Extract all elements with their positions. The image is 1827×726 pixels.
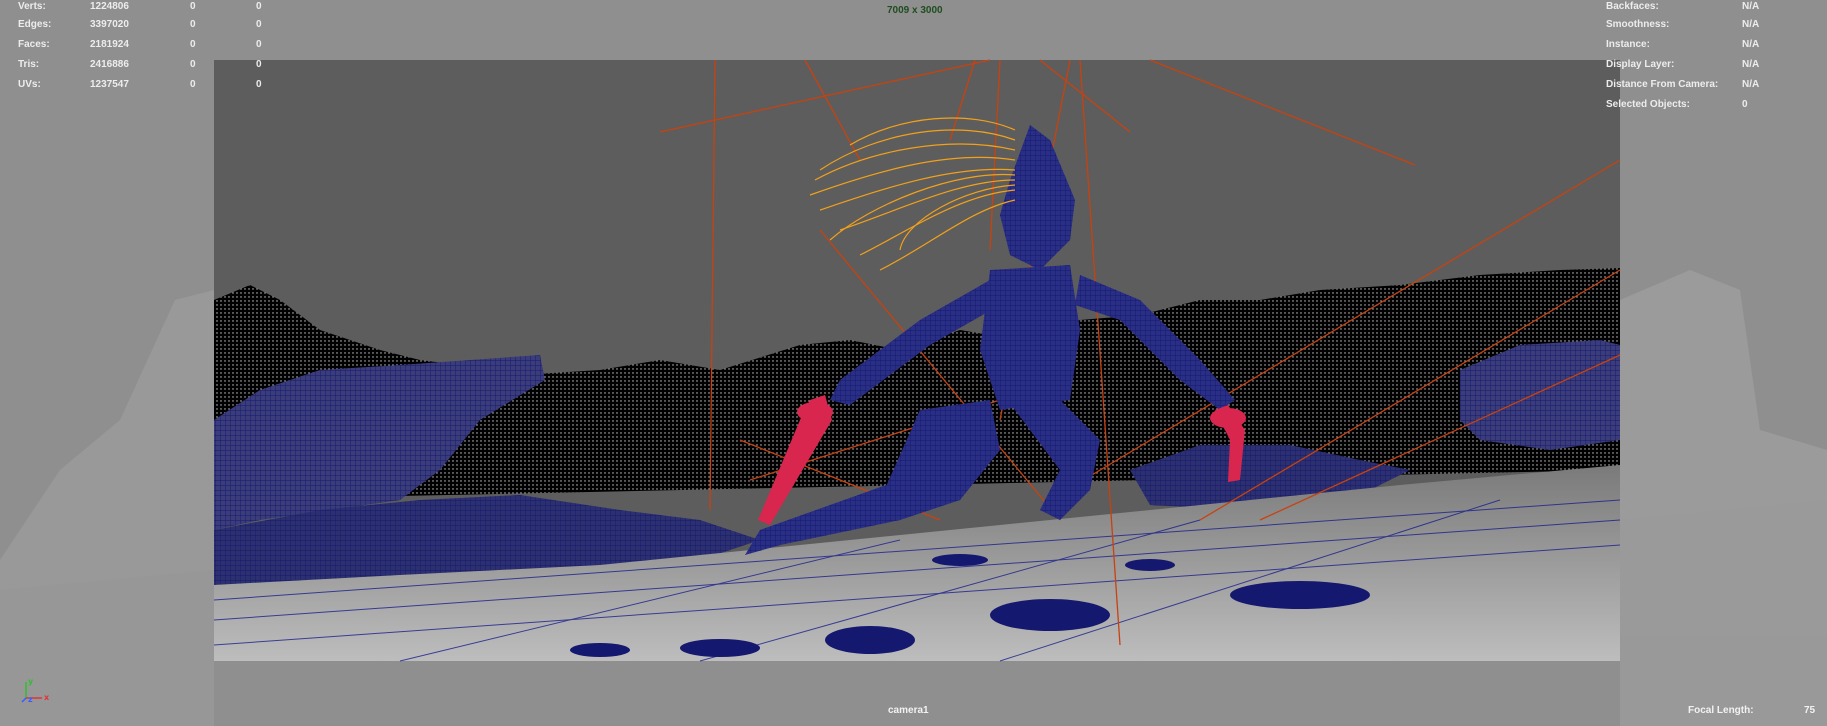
stat-value: 0 — [256, 19, 262, 30]
stat-value: 0 — [190, 59, 196, 70]
stat-label: UVs: — [18, 79, 41, 90]
info-label: Backfaces: — [1606, 1, 1659, 12]
scene-render[interactable] — [0, 0, 1827, 726]
stat-value: 0 — [190, 39, 196, 50]
info-label: Instance: — [1606, 39, 1650, 50]
stat-value: 0 — [190, 79, 196, 90]
stat-value: 0 — [256, 1, 262, 12]
stat-value: 1224806 — [90, 1, 129, 12]
stat-label: Verts: — [18, 1, 46, 12]
info-value: N/A — [1742, 79, 1760, 90]
svg-text:x: x — [44, 693, 50, 702]
info-label: Display Layer: — [1606, 59, 1675, 70]
info-label: Distance From Camera: — [1606, 79, 1719, 90]
info-value: N/A — [1742, 59, 1760, 70]
info-value: 0 — [1742, 99, 1748, 110]
stat-value: 0 — [256, 79, 262, 90]
stat-value: 0 — [190, 1, 196, 12]
info-label: Smoothness: — [1606, 19, 1670, 30]
svg-text:z: z — [28, 695, 33, 704]
stat-label: Edges: — [18, 19, 52, 30]
info-value: N/A — [1742, 19, 1760, 30]
svg-text:y: y — [28, 677, 34, 686]
stat-value: 2416886 — [90, 59, 129, 70]
stat-value: 0 — [256, 39, 262, 50]
stat-value: 0 — [256, 59, 262, 70]
stat-value: 1237547 — [90, 79, 129, 90]
stat-label: Faces: — [18, 39, 50, 50]
info-label: Selected Objects: — [1606, 99, 1690, 110]
info-value: N/A — [1742, 1, 1760, 12]
focal-length-value: 75 — [1804, 705, 1816, 716]
stat-value: 2181924 — [90, 39, 129, 50]
stat-value: 3397020 — [90, 19, 129, 30]
stat-value: 0 — [190, 19, 196, 30]
info-value: N/A — [1742, 39, 1760, 50]
camera-name: camera1 — [888, 705, 929, 716]
resolution-label: 7009 x 3000 — [887, 5, 943, 16]
focal-length-label: Focal Length: — [1688, 705, 1754, 716]
xyz-axis-gizmo-icon: y x z — [21, 677, 50, 704]
maya-viewport[interactable]: Verts: 1224806 0 0 Edges: 3397020 0 0 Fa… — [0, 0, 1827, 726]
stat-label: Tris: — [18, 59, 40, 70]
